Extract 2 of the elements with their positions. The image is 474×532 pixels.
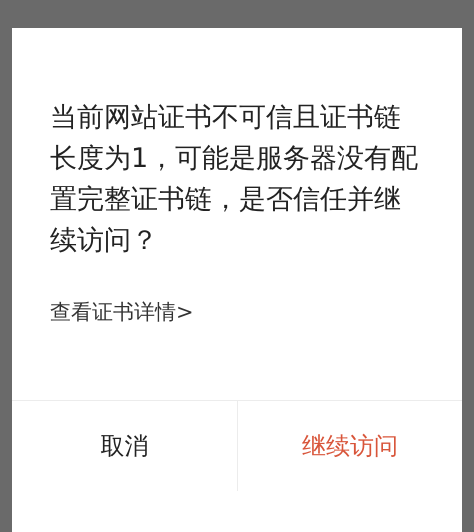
certificate-details-link[interactable]: 查看证书详情> [50, 299, 194, 325]
dialog-message: 当前网站证书不可信且证书链长度为1，可能是服务器没有配置完整证书链，是否信任并继续访问？ [50, 101, 420, 258]
